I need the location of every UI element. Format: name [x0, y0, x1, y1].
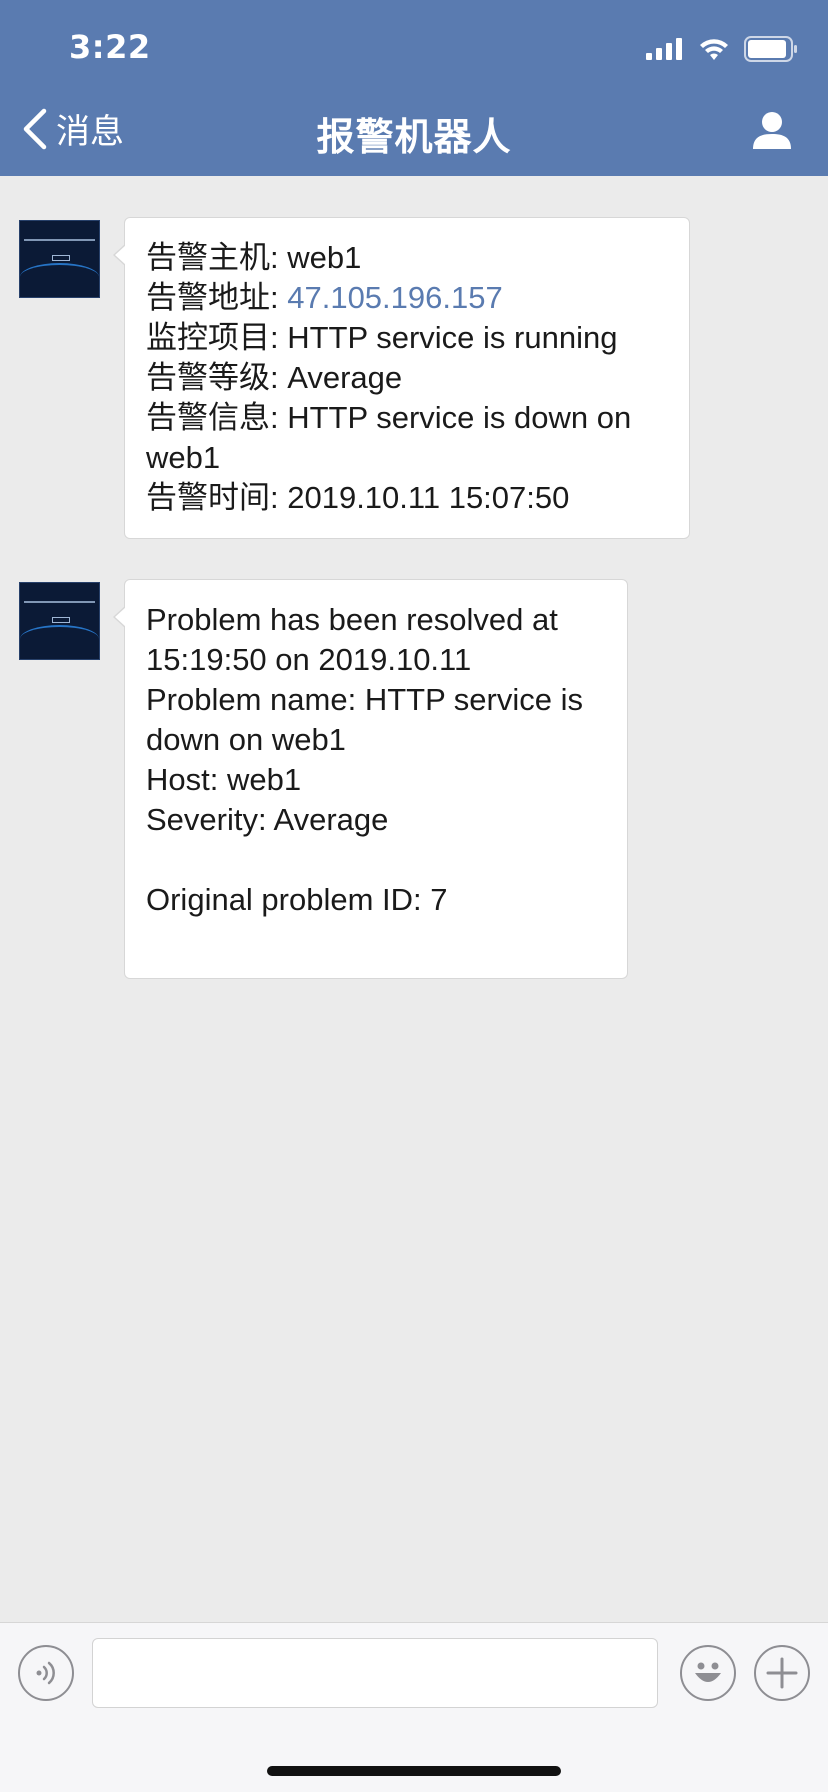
wifi-icon — [700, 39, 728, 60]
status-time: 3:22 — [69, 28, 151, 66]
message-line: 告警时间: 2019.10.11 15:07:50 — [146, 480, 570, 515]
plus-icon — [766, 1657, 798, 1689]
add-button[interactable] — [754, 1645, 810, 1701]
home-indicator[interactable] — [267, 1766, 561, 1776]
message-bubble-alert[interactable]: 告警主机: web1 告警地址: 47.105.196.157 监控项目: HT… — [113, 217, 690, 539]
message-line: 告警信息: HTTP service is down on web1 — [146, 400, 640, 475]
message-line: Host: web1 — [146, 762, 302, 797]
voice-icon — [36, 1661, 55, 1685]
status-icons — [646, 36, 798, 62]
bot-avatar[interactable] — [19, 220, 100, 298]
message-input[interactable] — [92, 1638, 658, 1708]
message-line: 告警主机: web1 — [146, 240, 362, 275]
message-line: Problem name: HTTP service is down on we… — [146, 682, 592, 757]
message-line: 告警等级: Average — [146, 360, 403, 395]
signal-icon — [646, 38, 682, 60]
emoji-icon — [695, 1662, 721, 1682]
message-line — [146, 840, 607, 880]
message-bubble-resolved[interactable]: Problem has been resolved at 15:19:50 on… — [113, 579, 628, 979]
top-bar: 3:22 消息 报警机器人 — [0, 0, 828, 176]
battery-icon — [744, 36, 797, 62]
ip-address-link[interactable]: 47.105.196.157 — [287, 280, 503, 315]
profile-button[interactable] — [752, 110, 792, 154]
page-title: 报警机器人 — [316, 115, 512, 159]
message-line: 监控项目: HTTP service is running — [146, 320, 618, 355]
message-line: Severity: Average — [146, 802, 389, 837]
person-icon — [753, 112, 791, 149]
bot-avatar[interactable] — [19, 582, 100, 660]
voice-button[interactable] — [18, 1645, 74, 1701]
message-line: Problem has been resolved at 15:19:50 on… — [146, 602, 567, 677]
message-line: 告警地址: 47.105.196.157 — [146, 280, 503, 315]
input-bar — [0, 1622, 828, 1792]
emoji-button[interactable] — [680, 1645, 736, 1701]
message-line: Original problem ID: 7 — [146, 882, 448, 917]
